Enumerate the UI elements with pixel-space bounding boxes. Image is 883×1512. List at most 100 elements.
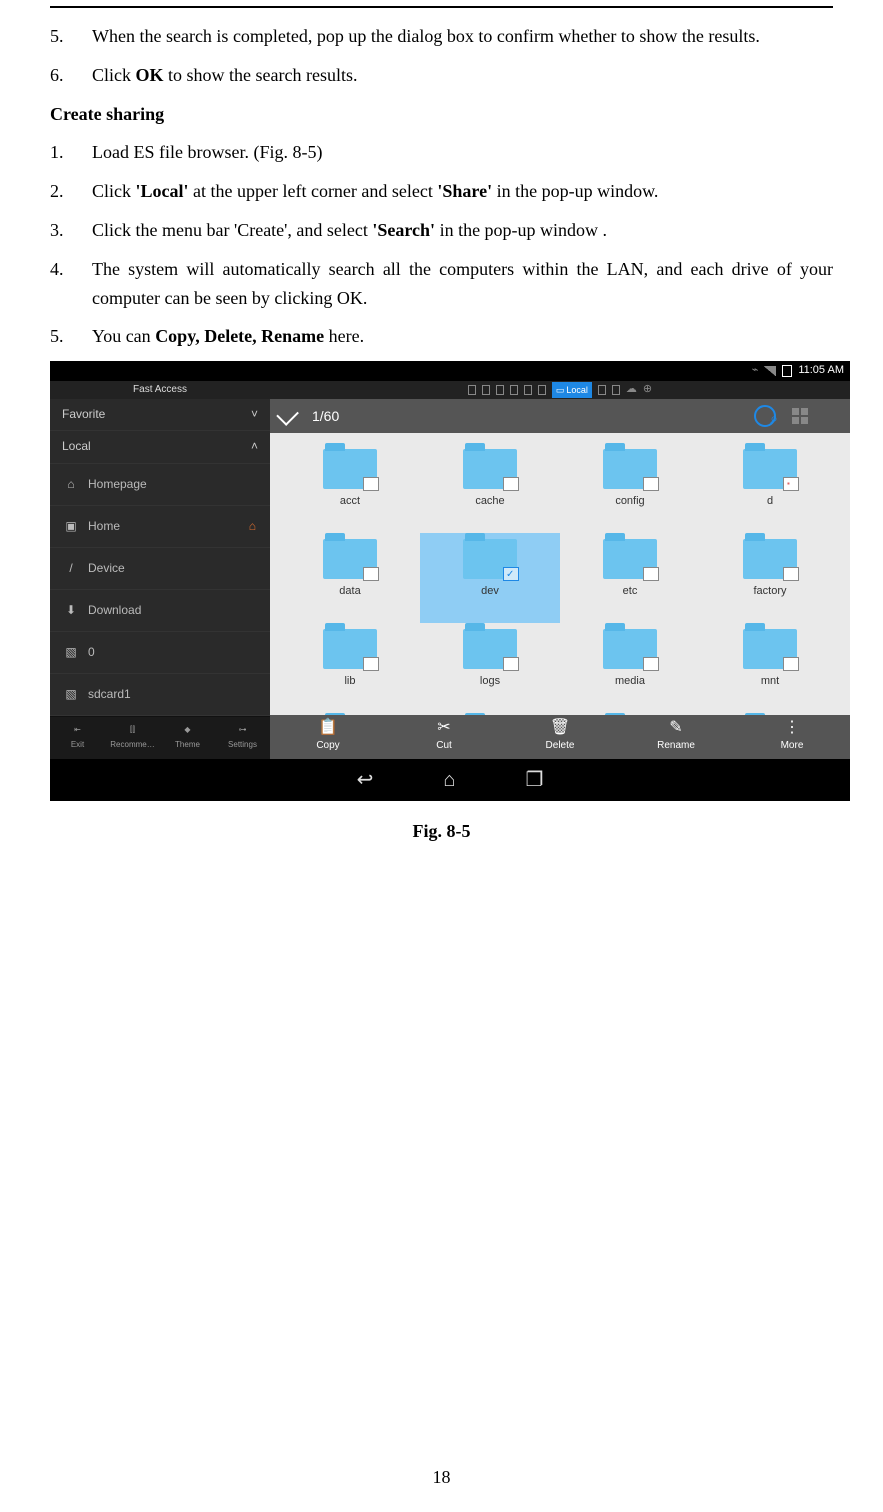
- list-text: You can Copy, Delete, Rename here.: [92, 322, 833, 351]
- action-button[interactable]: 📋Copy: [270, 715, 386, 759]
- more-icon[interactable]: ⊕: [643, 381, 652, 399]
- check-icon[interactable]: [276, 403, 299, 426]
- tab-indicator-icon[interactable]: [496, 385, 504, 395]
- sidebar-item[interactable]: ⌂Homepage: [50, 464, 270, 506]
- page-number: 18: [10, 1463, 873, 1492]
- sidebar-bottom-label: Recomme…: [110, 739, 154, 752]
- sidebar-item-icon: ▧: [64, 645, 78, 659]
- file-item[interactable]: media: [560, 623, 700, 713]
- figure-caption: Fig. 8-5: [50, 817, 833, 846]
- file-label: data: [339, 583, 360, 601]
- signal-icon: [764, 366, 776, 376]
- folder-icon: [743, 629, 797, 669]
- action-icon: ✎: [669, 720, 682, 736]
- folder-icon: [323, 539, 377, 579]
- action-label: Rename: [657, 738, 695, 754]
- file-item[interactable]: config: [560, 443, 700, 533]
- sidebar-item[interactable]: /Device: [50, 548, 270, 590]
- sidebar-item-label: Homepage: [88, 475, 147, 494]
- list-text: Click the menu bar 'Create', and select …: [92, 216, 833, 245]
- sidebar-item-icon: /: [64, 561, 78, 575]
- file-label: dev: [481, 583, 499, 601]
- home-badge-icon: ⌂: [249, 517, 256, 536]
- sidebar-item-label: Download: [88, 601, 141, 620]
- file-label: etc: [623, 583, 638, 601]
- list-item: 4.The system will automatically search a…: [50, 255, 833, 313]
- tab-indicator-icon[interactable]: [612, 385, 620, 395]
- action-icon: 📋: [318, 720, 338, 736]
- action-button[interactable]: ⋮More: [734, 715, 850, 759]
- folder-icon: [603, 539, 657, 579]
- list-number: 4.: [50, 255, 92, 313]
- sidebar-item-icon: ⬇: [64, 603, 78, 617]
- search-globe-icon[interactable]: [754, 405, 776, 427]
- battery-icon: [782, 365, 792, 377]
- list-item: 3.Click the menu bar 'Create', and selec…: [50, 216, 833, 245]
- tab-indicator-icon[interactable]: [524, 385, 532, 395]
- file-label: cache: [475, 493, 504, 511]
- sidebar-bottom-icon: ⊶: [239, 724, 247, 737]
- file-label: acct: [340, 493, 360, 511]
- folder-icon: [463, 629, 517, 669]
- file-item[interactable]: mnt: [700, 623, 840, 713]
- selection-count: 1/60: [312, 405, 339, 427]
- status-time: 11:05 AM: [798, 362, 844, 380]
- list-number: 5.: [50, 322, 92, 351]
- sidebar-item[interactable]: ▧ sdcard1: [50, 674, 270, 716]
- sidebar-bottom-button[interactable]: ◆Theme: [160, 717, 215, 760]
- tab-local[interactable]: ▭ Local: [552, 382, 592, 398]
- file-item[interactable]: acct: [280, 443, 420, 533]
- sidebar-bottom-label: Settings: [228, 739, 257, 752]
- file-item[interactable]: lib: [280, 623, 420, 713]
- action-label: Delete: [546, 738, 575, 754]
- tab-indicator-icon[interactable]: [468, 385, 476, 395]
- sidebar-section-local[interactable]: Local ˄: [50, 431, 270, 463]
- view-toggle-large-icon[interactable]: [824, 408, 840, 424]
- tab-indicator-icon[interactable]: [598, 385, 606, 395]
- nav-home-icon[interactable]: ⌂: [443, 764, 455, 796]
- nav-recent-icon[interactable]: ❐: [525, 764, 543, 796]
- cloud-icon[interactable]: ☁: [626, 381, 637, 399]
- file-item[interactable]: etc: [560, 533, 700, 623]
- sidebar-item-icon: ▧: [64, 687, 78, 701]
- sidebar-item[interactable]: ⬇ Download: [50, 590, 270, 632]
- sidebar-item[interactable]: ▣ Home ⌂: [50, 506, 270, 548]
- figure-screenshot: ⌁ 11:05 AM Fast Access ▭ Local ☁: [50, 361, 850, 801]
- list-item: 5.You can Copy, Delete, Rename here.: [50, 322, 833, 351]
- list-number: 6.: [50, 61, 92, 90]
- nav-back-icon[interactable]: ↩: [357, 764, 374, 796]
- folder-icon: [603, 629, 657, 669]
- action-label: More: [781, 738, 804, 754]
- section-heading: Create sharing: [50, 100, 833, 129]
- file-item[interactable]: logs: [420, 623, 560, 713]
- view-toggle-small-icon[interactable]: [792, 408, 808, 424]
- file-label: lib: [344, 673, 355, 691]
- file-item[interactable]: factory: [700, 533, 840, 623]
- list-text: Click 'Local' at the upper left corner a…: [92, 177, 833, 206]
- file-item[interactable]: cache: [420, 443, 560, 533]
- file-item[interactable]: data: [280, 533, 420, 623]
- sidebar-item-label: Home: [88, 517, 120, 536]
- sidebar-item[interactable]: ▧0: [50, 632, 270, 674]
- list-number: 1.: [50, 138, 92, 167]
- list-text: Load ES file browser. (Fig. 8-5): [92, 138, 833, 167]
- tab-indicator-icon[interactable]: [510, 385, 518, 395]
- action-button[interactable]: ✎ Rename: [618, 715, 734, 759]
- file-label: media: [615, 673, 645, 691]
- action-button[interactable]: ✂Cut: [386, 715, 502, 759]
- sidebar-item-icon: ▣: [64, 519, 78, 533]
- tab-indicator-icon[interactable]: [482, 385, 490, 395]
- sidebar-bottom-button[interactable]: ⊶ Settings: [215, 717, 270, 760]
- tab-indicator-icon[interactable]: [538, 385, 546, 395]
- sidebar-section-favorite[interactable]: Favorite ˅: [50, 399, 270, 431]
- sidebar-item-label: sdcard1: [88, 685, 131, 704]
- file-item[interactable]: dev: [420, 533, 560, 623]
- sidebar-bottom-button[interactable]: ⫿⫿Recomme…: [105, 717, 160, 760]
- sidebar: Favorite ˅ Local ˄ ⌂Homepage ▣ Home ⌂ /Devic…: [50, 399, 270, 759]
- folder-icon: [323, 629, 377, 669]
- sidebar-bottom-button[interactable]: ⇤Exit: [50, 717, 105, 760]
- action-button[interactable]: 🗑Delete: [502, 715, 618, 759]
- list-number: 5.: [50, 22, 92, 51]
- chevron-up-icon: ˄: [251, 437, 258, 456]
- file-item[interactable]: d: [700, 443, 840, 533]
